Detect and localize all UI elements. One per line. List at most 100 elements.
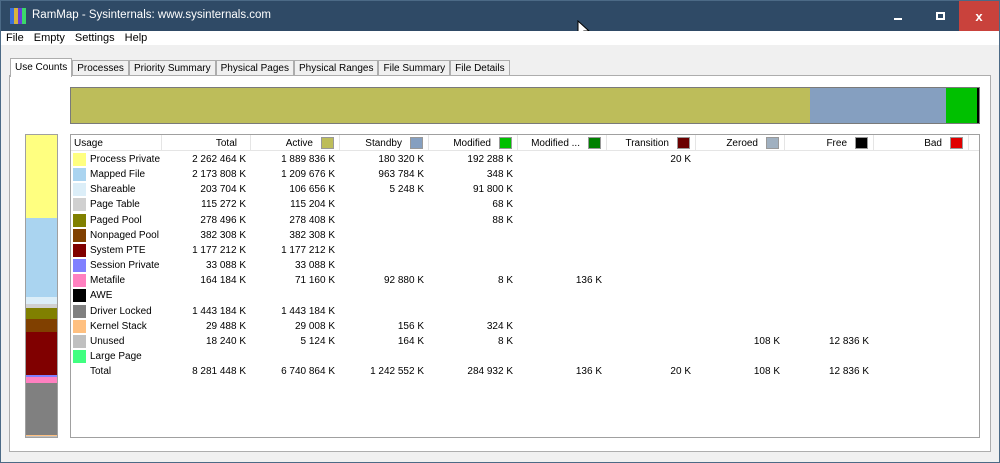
cell-modified: 8 K [497,335,513,347]
cell-active: 1 443 184 K [281,305,335,317]
cell-bad [874,152,969,167]
table-row[interactable]: Process Private 2 262 464 K 1 889 836 K 180… [71,152,979,167]
column-header-standby[interactable]: Standby [340,135,429,151]
table-row[interactable]: Mapped File 2 173 808 K 1 209 676 K 963 784… [71,167,979,182]
table-row[interactable]: Total 8 281 448 K 6 740 864 K 1 242 552 K 28… [71,364,979,379]
rammap-app-icon [10,8,26,24]
title-bar[interactable]: RamMap - Sysinternals: www.sysinternals.… [1,1,999,40]
cell-active: 6 740 864 K [281,366,335,378]
tab-use-counts[interactable]: Use Counts [10,58,73,77]
close-button[interactable]: x [959,1,999,31]
menu-help[interactable]: Help [120,31,153,45]
color-swatch [950,137,963,149]
usage-name: Total [90,366,112,378]
cell-zeroed [696,349,785,364]
cell-bad [874,364,969,379]
usage-cell: Session Private [71,258,162,273]
table-row[interactable]: Unused 18 240 K 5 124 K 164 K 8 K 108 K 12 836… [71,334,979,349]
usage-segment-standby [809,88,946,123]
column-header-modified[interactable]: Modified [429,135,518,151]
table-row[interactable]: Driver Locked 1 443 184 K 1 443 184 K [71,304,979,319]
cell-modified: 88 K [492,214,513,226]
cell-transition: 20 K [670,366,691,378]
usage-cell: Unused [71,334,162,349]
cell-modified-no-write [518,228,607,243]
usage-cell: Driver Locked [71,304,162,319]
cell-zeroed: 108 K [753,366,780,378]
column-header-label: Standby [365,137,402,149]
cell-modified-no-write [518,243,607,258]
distribution-segment-shareable [26,296,57,305]
column-header-modified[interactable]: Modified ... [518,135,607,151]
cell-bad [874,258,969,273]
cell-zeroed [696,319,785,334]
table-row[interactable]: Nonpaged Pool 382 308 K 382 308 K [71,228,979,243]
usage-color-swatch [73,349,86,363]
usage-name: Kernel Stack [90,320,147,332]
column-header-transition[interactable]: Transition [607,135,696,151]
menu-empty[interactable]: Empty [29,31,70,45]
usage-cell: Nonpaged Pool [71,228,162,243]
column-header-label: Modified [453,137,491,149]
cell-bad [874,319,969,334]
table-row[interactable]: AWE [71,288,979,303]
table-row[interactable]: Metafile 164 184 K 71 160 K 92 880 K 8 K 136 … [71,273,979,288]
cell-free: 12 836 K [828,366,869,378]
cell-standby: 164 K [397,335,424,347]
minimize-button[interactable] [877,1,919,31]
usage-color-swatch [73,289,86,303]
column-header-total[interactable]: Total [162,135,251,151]
cell-free [785,197,874,212]
table-row[interactable]: Large Page [71,349,979,364]
table-row[interactable]: Shareable 203 704 K 106 656 K 5 248 K 91 800… [71,182,979,197]
cell-bad [874,288,969,303]
cell-total [162,288,251,303]
cell-free [785,152,874,167]
usage-name: Mapped File [90,169,146,181]
cell-total: 8 281 448 K [192,366,246,378]
cell-zeroed [696,182,785,197]
column-header-free[interactable]: Free [785,135,874,151]
usage-name: Session Private [90,260,160,272]
maximize-button[interactable] [919,1,961,31]
cell-transition [607,319,696,334]
cell-bad [874,213,969,228]
column-header-usage[interactable]: Usage [71,135,162,151]
usage-name: Page Table [90,199,140,211]
column-header-label: Total [215,137,237,149]
color-swatch [766,137,779,149]
table-row[interactable]: Kernel Stack 29 488 K 29 008 K 156 K 324 K [71,319,979,334]
cell-bad [874,182,969,197]
cell-modified-no-write [518,213,607,228]
cell-modified: 192 288 K [467,154,513,165]
usage-segment-modified [945,88,977,123]
usage-name: System PTE [90,244,146,256]
table-row[interactable]: Page Table 115 272 K 115 204 K 68 K [71,197,979,212]
usage-color-swatch [73,213,86,227]
column-header-label: Bad [924,137,942,149]
column-header-bad[interactable]: Bad [874,135,969,151]
distribution-segment-system-pte [26,332,57,376]
table-row[interactable]: System PTE 1 177 212 K 1 177 212 K [71,243,979,258]
cell-active: 29 008 K [294,320,335,332]
cell-modified-no-write: 136 K [575,366,602,378]
usage-cell: Total [71,364,162,379]
cell-modified-no-write [518,334,607,349]
table-row[interactable]: Paged Pool 278 496 K 278 408 K 88 K [71,213,979,228]
cell-transition [607,288,696,303]
cell-free [785,288,874,303]
column-header-active[interactable]: Active [251,135,340,151]
cell-transition [607,304,696,319]
usage-cell: Paged Pool [71,213,162,228]
menu-settings[interactable]: Settings [70,31,120,45]
color-swatch [321,137,334,149]
usage-name: Unused [90,335,125,347]
usage-color-swatch [73,198,86,212]
cell-zeroed [696,273,785,288]
cell-transition [607,349,696,364]
menu-file[interactable]: File [1,31,29,45]
table-row[interactable]: Session Private 33 088 K 33 088 K [71,258,979,273]
column-header-zeroed[interactable]: Zeroed [696,135,785,151]
usage-color-swatch [73,228,86,242]
usage-name: Metafile [90,275,126,287]
